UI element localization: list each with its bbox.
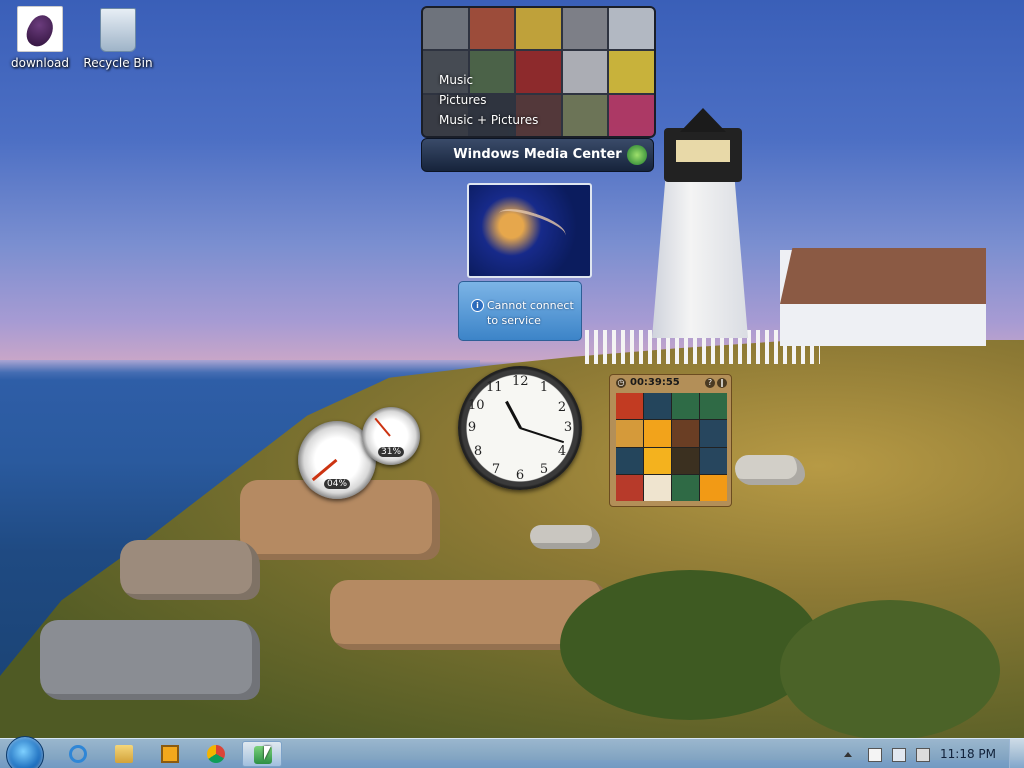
help-icon[interactable]: ? bbox=[705, 378, 715, 388]
desktop[interactable]: download Recycle Bin Music Pictures Musi… bbox=[0, 0, 1024, 768]
network-icon[interactable] bbox=[892, 748, 906, 762]
puzzle-tile[interactable] bbox=[644, 474, 671, 501]
jellyfish-image bbox=[495, 202, 569, 247]
media-center-title-bar[interactable]: Windows Media Center bbox=[421, 138, 654, 172]
clock-number: 3 bbox=[563, 420, 573, 435]
clock-number: 2 bbox=[557, 400, 567, 415]
desktop-icon-recycle-bin[interactable]: Recycle Bin bbox=[78, 8, 158, 70]
taskbar: 11:18 PM bbox=[0, 736, 1024, 768]
clock-number: 12 bbox=[512, 374, 529, 389]
puzzle-tile[interactable] bbox=[700, 474, 727, 501]
taskbar-clock[interactable]: 11:18 PM bbox=[940, 739, 996, 768]
desktop-icon-label: Recycle Bin bbox=[83, 56, 153, 70]
taskbar-network-app[interactable] bbox=[242, 741, 282, 767]
windows-logo-icon bbox=[627, 145, 647, 165]
wallpaper-rock bbox=[530, 525, 600, 549]
lighthouse-glass bbox=[676, 140, 730, 162]
clock-number: 1 bbox=[539, 380, 549, 395]
clock-gadget[interactable]: 12 1 2 3 4 5 6 7 8 9 10 11 bbox=[458, 366, 582, 490]
show-desktop-button[interactable] bbox=[1009, 739, 1024, 768]
weather-gadget[interactable]: i Cannot connect to service bbox=[458, 281, 582, 341]
clock-number: 9 bbox=[467, 420, 477, 435]
taskbar-internet-explorer[interactable] bbox=[58, 741, 98, 767]
puzzle-tile[interactable] bbox=[644, 447, 671, 474]
memory-needle bbox=[374, 417, 391, 437]
windows-explorer-icon bbox=[115, 745, 133, 763]
taskbar-chrome[interactable] bbox=[196, 741, 236, 767]
picture-puzzle-gadget[interactable]: ◷ 00:39:55 ? ‖ bbox=[609, 374, 732, 507]
puzzle-tile[interactable] bbox=[700, 420, 727, 447]
desktop-icon-label: download bbox=[10, 56, 70, 70]
memory-percent-label: 31% bbox=[378, 447, 405, 457]
wallpaper-rock bbox=[120, 540, 260, 600]
show-hidden-icons-icon[interactable] bbox=[844, 752, 852, 757]
wallpaper-bush bbox=[780, 600, 1000, 740]
lighthouse-tower bbox=[652, 178, 748, 338]
media-center-menu-music-pictures[interactable]: Music + Pictures bbox=[439, 110, 538, 130]
puzzle-tile[interactable] bbox=[616, 474, 643, 501]
puzzle-tile[interactable] bbox=[616, 393, 643, 420]
puzzle-tile[interactable] bbox=[616, 420, 643, 447]
puzzle-tile[interactable] bbox=[700, 447, 727, 474]
clock-number: 8 bbox=[473, 444, 483, 459]
start-button[interactable] bbox=[6, 736, 44, 768]
volume-muted-icon[interactable] bbox=[916, 748, 930, 762]
weather-message-line2: to service bbox=[487, 314, 541, 327]
recycle-bin-icon bbox=[100, 8, 136, 52]
taskbar-media-player[interactable] bbox=[150, 741, 190, 767]
wallpaper-rock bbox=[735, 455, 805, 485]
media-center-title: Windows Media Center bbox=[453, 147, 622, 162]
puzzle-tile[interactable] bbox=[644, 393, 671, 420]
puzzle-tile[interactable] bbox=[616, 447, 643, 474]
lighthouse-cap bbox=[680, 108, 726, 132]
clock-number: 10 bbox=[468, 398, 485, 413]
system-tray: 11:18 PM bbox=[844, 739, 1024, 768]
cpu-meter-gadget[interactable]: 04% 31% bbox=[298, 407, 422, 499]
mouse-cursor bbox=[264, 746, 271, 760]
desktop-icon-download[interactable]: download bbox=[0, 6, 80, 70]
clock-number: 4 bbox=[557, 444, 567, 459]
clock-number: 11 bbox=[486, 380, 503, 395]
wallpaper-rock bbox=[40, 620, 260, 700]
weather-message-line1: Cannot connect bbox=[487, 299, 574, 312]
cpu-percent-label: 04% bbox=[324, 479, 351, 489]
media-player-icon bbox=[161, 745, 179, 763]
puzzle-tile[interactable] bbox=[700, 393, 727, 420]
clock-icon[interactable]: ◷ bbox=[616, 378, 626, 388]
wallpaper-house-roof bbox=[780, 248, 986, 304]
info-icon: i bbox=[471, 299, 484, 312]
media-center-menu-pictures[interactable]: Pictures bbox=[439, 90, 538, 110]
internet-explorer-icon bbox=[69, 745, 87, 763]
clock-number: 5 bbox=[539, 462, 549, 477]
slideshow-gadget[interactable] bbox=[467, 183, 592, 278]
clock-number: 6 bbox=[515, 468, 525, 483]
chrome-icon bbox=[207, 745, 225, 763]
media-center-menu: Music Pictures Music + Pictures bbox=[439, 70, 538, 130]
memory-gauge: 31% bbox=[362, 407, 420, 465]
puzzle-tile[interactable] bbox=[672, 393, 699, 420]
puzzle-grid bbox=[616, 393, 727, 501]
puzzle-tile[interactable] bbox=[672, 420, 699, 447]
pause-icon[interactable]: ‖ bbox=[717, 378, 727, 388]
eggplant-icon bbox=[17, 6, 63, 52]
clock-minute-hand bbox=[519, 427, 565, 444]
puzzle-timer: 00:39:55 bbox=[630, 377, 680, 388]
action-center-flag-icon[interactable] bbox=[868, 748, 882, 762]
clock-number: 7 bbox=[491, 462, 501, 477]
puzzle-tile[interactable] bbox=[644, 420, 671, 447]
puzzle-tile[interactable] bbox=[672, 447, 699, 474]
taskbar-windows-explorer[interactable] bbox=[104, 741, 144, 767]
media-center-menu-music[interactable]: Music bbox=[439, 70, 538, 90]
wallpaper-bush bbox=[560, 570, 820, 720]
media-center-gadget[interactable]: Music Pictures Music + Pictures bbox=[421, 6, 656, 138]
clock-hour-hand bbox=[505, 400, 522, 429]
cpu-needle bbox=[311, 458, 338, 482]
puzzle-tile[interactable] bbox=[672, 474, 699, 501]
